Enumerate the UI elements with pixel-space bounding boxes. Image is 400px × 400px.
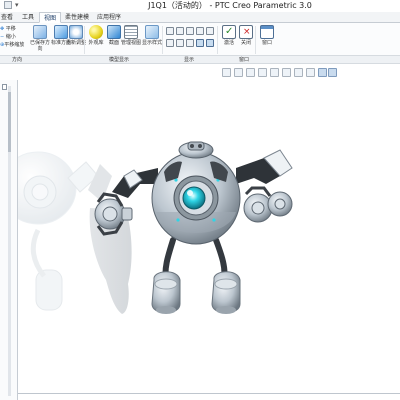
repaint-icon[interactable] <box>258 68 267 77</box>
refit-icon <box>69 25 83 39</box>
tab-flexible-modeling[interactable]: 柔性建模 <box>62 12 92 23</box>
appearance-gallery-icon <box>89 25 103 39</box>
section-icon <box>107 25 121 39</box>
csys-tag-icon[interactable] <box>206 39 214 47</box>
ghost-robot <box>18 151 99 311</box>
plane-tag-icon[interactable] <box>176 39 184 47</box>
tab-view-left[interactable]: 查看 <box>0 12 16 23</box>
windows-button[interactable]: 窗口 <box>257 25 277 46</box>
document-icon[interactable] <box>2 84 7 90</box>
display-style-icon <box>145 25 159 39</box>
group-display-label[interactable]: 显示 <box>184 56 194 64</box>
close-button[interactable]: × 关闭 <box>236 25 256 46</box>
ribbon-separator <box>84 26 85 54</box>
annotation-display-icon[interactable] <box>206 27 214 35</box>
close-icon: × <box>239 25 253 39</box>
manage-views-button[interactable]: 管理视图 <box>121 25 141 46</box>
display-style-button[interactable]: 显示样式 <box>142 25 162 46</box>
activate-icon: ✓ <box>222 25 236 39</box>
orientation-small-commands: ✥ 平移 − 缩小 ⊕平移缩放 <box>0 25 24 49</box>
ribbon-separator <box>162 26 163 54</box>
saved-orientation-icon <box>33 25 47 39</box>
graphics-area[interactable] <box>18 80 400 400</box>
status-divider <box>18 393 400 394</box>
robot-model-render <box>18 141 293 314</box>
ribbon-group-labels: 方向 模型显示 显示 窗口 <box>0 56 400 64</box>
csys-display-icon[interactable] <box>196 27 204 35</box>
pan-zoom-command[interactable]: ⊕平移缩放 <box>0 41 24 49</box>
axis-display-icon[interactable] <box>176 27 184 35</box>
ribbon-separator <box>255 26 256 54</box>
ribbon: ✥ 平移 − 缩小 ⊕平移缩放 已保存方向 标准方向 重新调整 外观库 截面 管… <box>0 23 400 56</box>
group-window-label[interactable]: 窗口 <box>239 56 249 64</box>
group-orientation-label[interactable]: 方向 <box>12 56 22 64</box>
tab-view[interactable]: 视图 <box>39 12 61 23</box>
saved-orientation-button[interactable]: 已保存方向 <box>30 25 50 52</box>
point-tag-icon[interactable] <box>196 39 204 47</box>
view-manager-icon[interactable] <box>306 68 315 77</box>
graphics-toolbar <box>222 67 337 79</box>
datum-display-icon[interactable] <box>166 27 174 35</box>
spin-center-icon[interactable] <box>166 39 174 47</box>
tab-applications[interactable]: 应用程序 <box>93 12 125 23</box>
refit-button[interactable]: 重新调整 <box>66 25 86 46</box>
pan-command[interactable]: ✥ 平移 <box>0 25 24 33</box>
model-tree-panel <box>0 80 18 400</box>
axis-tag-icon[interactable] <box>186 39 194 47</box>
windows-icon <box>260 25 274 39</box>
title-bar: ▾ J1Q1（活动的） - PTC Creo Parametric 3.0 <box>0 0 400 12</box>
appearance-gallery-button[interactable]: 外观库 <box>86 25 106 46</box>
point-display-icon[interactable] <box>186 27 194 35</box>
perspective-icon[interactable] <box>270 68 279 77</box>
manage-views-icon <box>124 25 138 39</box>
datum-display-filter-icon[interactable] <box>318 68 327 77</box>
ribbon-separator <box>217 26 218 54</box>
zoom-out-command[interactable]: − 缩小 <box>0 33 24 41</box>
window-title: J1Q1（活动的） - PTC Creo Parametric 3.0 <box>148 1 312 10</box>
group-model-display-label[interactable]: 模型显示 <box>109 56 129 64</box>
annotation-filter-icon[interactable] <box>328 68 337 77</box>
ribbon-tabs: 查看 工具 视图 柔性建模 应用程序 <box>0 12 400 23</box>
saved-views-icon[interactable] <box>294 68 303 77</box>
display-style-view-icon[interactable] <box>282 68 291 77</box>
creo-window: ▾ J1Q1（活动的） - PTC Creo Parametric 3.0 查看… <box>0 0 400 400</box>
zoom-out-icon[interactable] <box>246 68 255 77</box>
model-tree-scroll-thumb[interactable] <box>8 92 11 152</box>
zoom-in-icon[interactable] <box>234 68 243 77</box>
tab-tools[interactable]: 工具 <box>18 12 38 23</box>
refit-view-icon[interactable] <box>222 68 231 77</box>
